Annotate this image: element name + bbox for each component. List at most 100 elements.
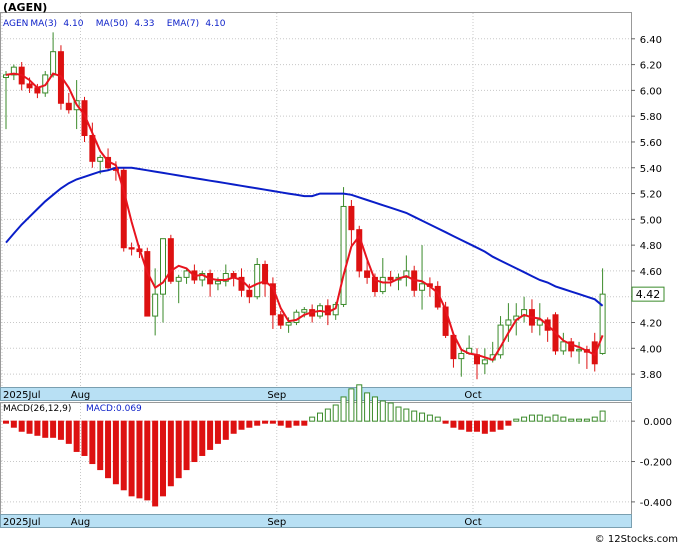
macd-bar [26, 420, 33, 434]
macd-bar [521, 416, 528, 422]
macd-x-tick-label: 2025Jul [3, 517, 41, 528]
macd-bar [73, 420, 80, 452]
macd-bar [42, 420, 49, 438]
legend-label: EMA(7) [167, 19, 199, 29]
legend-value: 4.10 [205, 19, 225, 29]
macd-bar [191, 420, 198, 463]
macd-bar [324, 408, 331, 422]
macd-bar [175, 420, 182, 479]
macd-bar [434, 416, 441, 422]
macd-date-band [0, 514, 632, 528]
price-x-tick-label: Aug [71, 390, 91, 401]
macd-bar [442, 420, 449, 424]
macd-bar [317, 412, 323, 422]
macd-bar [309, 416, 316, 422]
candle [167, 234, 174, 284]
macd-bar [246, 420, 253, 428]
macd-bar [183, 420, 190, 471]
macd-bar [97, 420, 104, 471]
macd-bar [599, 410, 606, 422]
macd-bar [536, 414, 543, 422]
macd-bar [3, 420, 9, 424]
price-y-tick-label: 5.80 [640, 112, 662, 123]
last-price-label: 4.42 [636, 288, 661, 301]
legend-label: MA(3) [30, 19, 57, 29]
macd-bar [348, 388, 355, 422]
legend-value: 4.33 [134, 19, 154, 29]
macd-bar [466, 420, 473, 432]
macd-bar [207, 420, 214, 450]
candle [254, 258, 261, 300]
macd-bar [65, 420, 72, 444]
watermark: © 12Stocks.com [595, 534, 678, 545]
macd-bar [583, 418, 590, 422]
price-x-tick-label: Sep [267, 390, 286, 401]
price-y-tick-label: 5.00 [640, 215, 662, 226]
price-y-tick-label: 4.20 [640, 319, 662, 330]
price-x-tick-label: 2025Jul [3, 390, 41, 401]
legend-label: MA(50) [96, 19, 128, 29]
macd-bar [544, 416, 551, 422]
macd-bar [128, 420, 135, 497]
price-legend: AGEN MA(3) 4.10 MA(50) 4.33 EMA(7) 4.10 [3, 19, 226, 29]
macd-bar [238, 420, 245, 430]
macd-bar [568, 418, 575, 422]
macd-bar [81, 420, 88, 456]
macd-bar [167, 420, 174, 487]
macd-bar [254, 420, 261, 426]
price-y-tick-label: 5.60 [640, 138, 662, 149]
price-y-tick-label: 6.00 [640, 86, 662, 97]
macd-bar [293, 420, 300, 426]
macd-bar [50, 420, 57, 438]
price-y-tick-label: 5.40 [640, 164, 662, 175]
macd-y-tick-label: -0.400 [640, 498, 672, 509]
stock-chart: 2025Jul Aug Sep Oct 6.40 6.20 6.00 5.80 5.60 5.4… [0, 1, 678, 545]
macd-bar [10, 420, 17, 428]
price-y-tick-label: 4.60 [640, 267, 662, 278]
macd-bar [489, 420, 496, 432]
macd-x-tick-label: Aug [71, 517, 91, 528]
macd-bar [364, 392, 371, 422]
macd-bar [160, 420, 166, 497]
macd-bar [120, 420, 127, 491]
macd-bar [403, 408, 410, 422]
macd-bar [379, 400, 386, 422]
candle [356, 225, 363, 278]
macd-bar [332, 404, 339, 422]
macd-label: MACD(26,12,9) [3, 404, 71, 414]
macd-bar [552, 414, 559, 422]
macd-y-tick-label: -0.200 [640, 458, 672, 469]
macd-bar [411, 410, 418, 422]
macd-bar [591, 416, 598, 422]
candle [144, 247, 151, 317]
macd-bar [371, 396, 378, 422]
macd-bar [262, 420, 269, 424]
macd-bar [144, 420, 151, 501]
candle [120, 167, 127, 252]
macd-x-tick-label: Oct [464, 517, 481, 528]
macd-bar [89, 420, 96, 465]
price-y-axis: 6.40 6.20 6.00 5.80 5.60 5.40 5.20 5.00 4.80 4.60… [631, 35, 662, 381]
macd-value-label: MACD:0.069 [86, 404, 142, 414]
macd-bar [57, 420, 64, 440]
macd-bar [576, 418, 583, 422]
macd-bar [285, 420, 292, 428]
macd-bar [112, 420, 119, 485]
macd-bar [18, 420, 25, 432]
macd-bar [222, 420, 229, 440]
macd-bar [426, 414, 433, 422]
macd-bar [214, 420, 221, 444]
macd-bar [481, 420, 488, 434]
macd-bar [340, 396, 347, 422]
macd-bar [450, 420, 457, 428]
macd-bar [199, 420, 206, 456]
price-y-tick-label: 6.40 [640, 35, 662, 46]
price-x-tick-label: Oct [464, 390, 481, 401]
legend-label: AGEN [3, 19, 28, 29]
macd-y-axis: 0.000 -0.200 -0.400 [631, 417, 672, 509]
macd-bar [528, 414, 535, 422]
macd-bar [34, 420, 41, 436]
price-y-tick-label: 3.80 [640, 370, 662, 381]
last-price-tag: 4.42 [631, 286, 665, 302]
price-y-tick-label: 4.80 [640, 241, 662, 252]
